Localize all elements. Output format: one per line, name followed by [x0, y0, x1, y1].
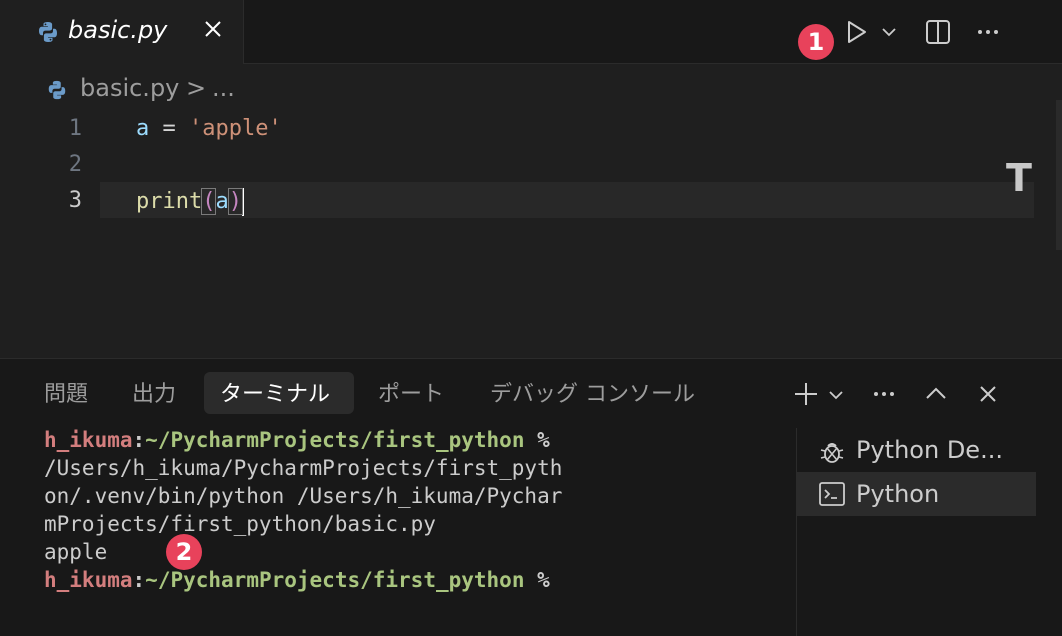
panel-tab-output[interactable]: 出力 — [132, 376, 176, 408]
breadcrumb-file[interactable]: basic.py — [80, 74, 179, 102]
tab-title: basic.py — [68, 16, 168, 44]
terminal-list-label: Python — [856, 480, 940, 508]
ellipsis-icon[interactable] — [870, 380, 898, 408]
line-number: 2 — [68, 152, 82, 177]
terminal-icon — [818, 480, 846, 508]
prompt-separator: : — [132, 428, 146, 452]
panel-tab-debug-console[interactable]: デバッグ コンソール — [490, 376, 695, 408]
python-icon — [46, 79, 68, 101]
prompt-user: h_ikuma — [44, 428, 133, 452]
code-token: = — [149, 116, 189, 141]
breadcrumb-more[interactable]: ... — [212, 74, 235, 102]
prompt-symbol: % — [524, 428, 550, 452]
terminal-list-item-python[interactable]: Python — [796, 472, 1036, 516]
terminal-prompt[interactable]: h_ikuma:~/PycharmProjects/first_python % — [44, 568, 550, 592]
code-bracket: ) — [227, 188, 244, 215]
code-token: a — [136, 116, 150, 141]
terminal-list-item-python-debug[interactable]: Python De... — [796, 430, 1036, 474]
panel-tab-problems[interactable]: 問題 — [44, 376, 88, 408]
line-number: 1 — [68, 116, 82, 141]
code-line-1[interactable]: a = 'apple' — [136, 116, 282, 141]
terminal-command-line: on/.venv/bin/python /Users/h_ikuma/Pycha… — [44, 484, 563, 508]
chevron-up-icon[interactable] — [922, 380, 950, 408]
prompt-path: ~/PycharmProjects/first_python — [145, 568, 525, 592]
terminal-output: apple — [44, 540, 108, 564]
terminal-prompt: h_ikuma:~/PycharmProjects/first_python % — [44, 428, 550, 452]
play-icon[interactable] — [842, 18, 870, 46]
scrollbar[interactable] — [1056, 100, 1062, 250]
text-cursor-marker: T — [1006, 156, 1032, 200]
text-cursor — [241, 188, 244, 216]
annotation-badge-2: 2 — [166, 534, 202, 570]
panel-tab-ports[interactable]: ポート — [378, 376, 444, 408]
prompt-separator: : — [132, 568, 146, 592]
ellipsis-icon[interactable] — [974, 18, 1002, 46]
terminal-list-label: Python De... — [856, 436, 1003, 464]
line-number: 3 — [68, 188, 82, 213]
code-function: print — [136, 189, 203, 214]
chevron-down-icon[interactable] — [826, 382, 846, 406]
code-line-3[interactable]: print(a) — [136, 188, 244, 216]
code-bracket: ( — [201, 188, 217, 215]
python-icon — [36, 20, 60, 44]
terminal-command-line: mProjects/first_python/basic.py — [44, 512, 436, 536]
breadcrumb-separator: > — [186, 74, 207, 102]
prompt-user: h_ikuma — [44, 568, 133, 592]
close-icon[interactable] — [200, 16, 226, 42]
code-string: 'apple' — [189, 116, 282, 141]
prompt-symbol: % — [524, 568, 550, 592]
annotation-badge-1: 1 — [798, 24, 834, 60]
plus-icon[interactable] — [792, 380, 820, 408]
code-token: a — [215, 189, 229, 214]
prompt-path: ~/PycharmProjects/first_python — [145, 428, 525, 452]
debug-icon — [818, 438, 846, 466]
chevron-down-icon[interactable] — [880, 24, 898, 40]
terminal-command-line: /Users/h_ikuma/PycharmProjects/first_pyt… — [44, 456, 563, 480]
close-icon[interactable] — [974, 380, 1002, 408]
split-editor-icon[interactable] — [924, 18, 952, 46]
panel-tab-terminal-label: ターミナル — [220, 382, 331, 407]
